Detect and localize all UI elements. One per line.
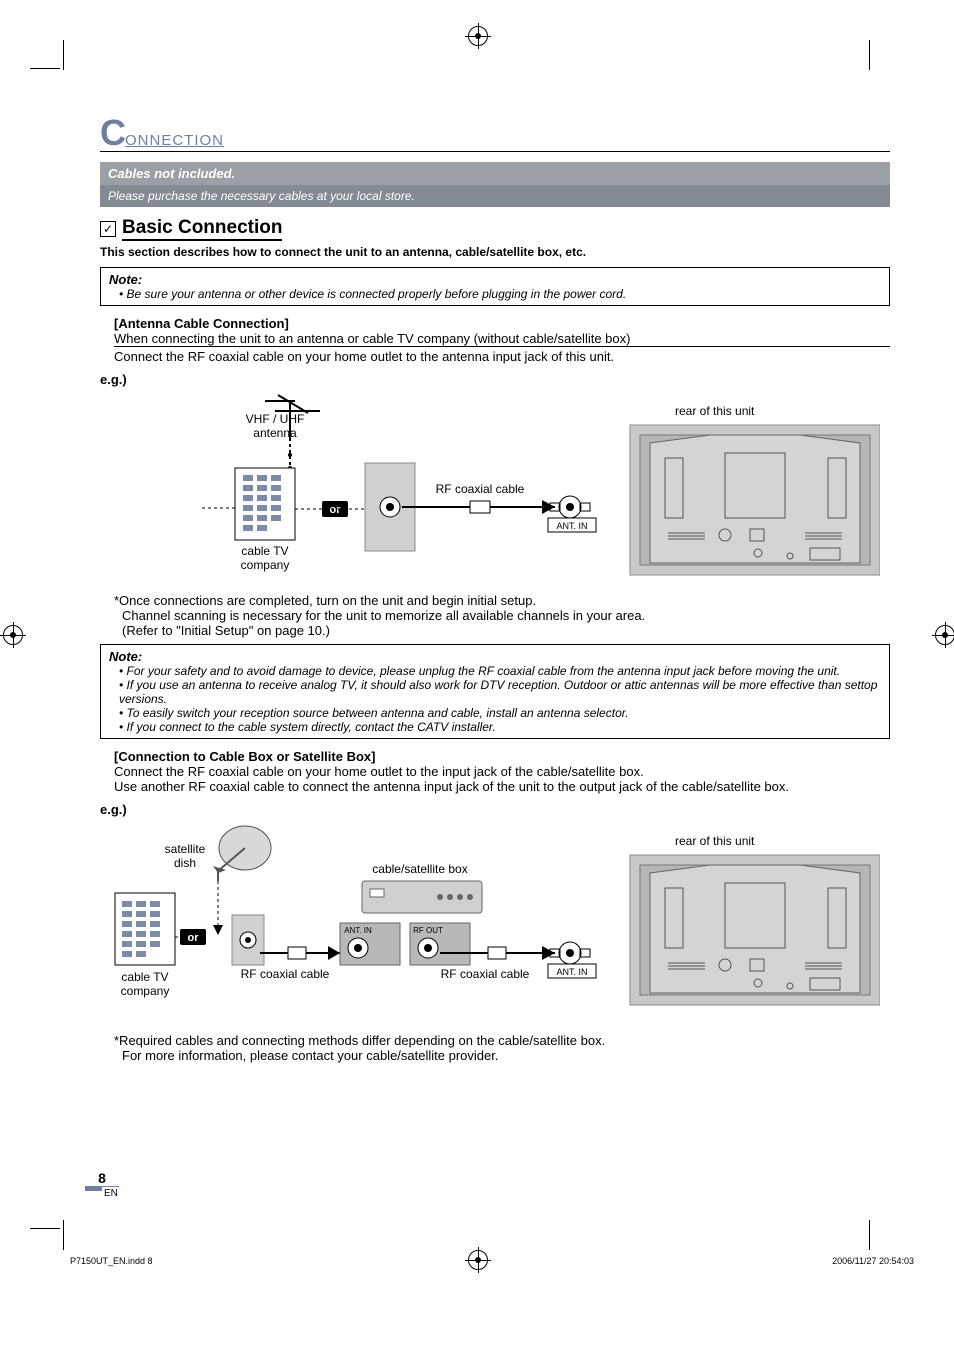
- body-text: *Once connections are completed, turn on…: [114, 593, 890, 608]
- page-title: C ONNECTION: [100, 120, 890, 152]
- section-title: Basic Connection: [122, 217, 282, 241]
- body-text: For more information, please contact you…: [122, 1048, 890, 1063]
- svg-text:ANT. IN: ANT. IN: [556, 521, 587, 531]
- crop-mark: [30, 1228, 60, 1229]
- svg-text:rear of this unit: rear of this unit: [675, 404, 755, 418]
- page-number: 8: [85, 1170, 119, 1187]
- note-line: • To easily switch your reception source…: [119, 706, 881, 720]
- title-letter: C: [100, 120, 127, 145]
- footer-file: P7150UT_EN.indd 8: [70, 1256, 153, 1266]
- banner-line1: Cables not included.: [100, 162, 890, 185]
- note-line: • If you use an antenna to receive analo…: [119, 678, 881, 706]
- registration-mark-icon: [468, 26, 488, 46]
- registration-mark-icon: [3, 625, 23, 645]
- svg-text:cable TV: cable TV: [121, 970, 168, 984]
- language-label: EN: [104, 1188, 118, 1199]
- body-text: *Required cables and connecting methods …: [114, 1033, 890, 1048]
- eg-label: e.g.): [100, 372, 890, 387]
- cablebox-heading: [Connection to Cable Box or Satellite Bo…: [114, 749, 890, 764]
- svg-text:satellite: satellite: [165, 842, 206, 856]
- note-box-2: Note: • For your safety and to avoid dam…: [100, 644, 890, 739]
- eg-label: e.g.): [100, 802, 890, 817]
- svg-text:company: company: [241, 558, 290, 572]
- crop-mark: [63, 1220, 64, 1250]
- body-text: When connecting the unit to an antenna o…: [114, 331, 890, 346]
- diagram-antenna: VHF / UHF antenna: [100, 393, 890, 583]
- note-title: Note:: [109, 272, 881, 287]
- crop-mark: [869, 1220, 870, 1250]
- note-line: • If you connect to the cable system dir…: [119, 720, 881, 734]
- svg-text:company: company: [121, 984, 170, 998]
- registration-mark-icon: [935, 625, 954, 645]
- antenna-heading: [Antenna Cable Connection]: [114, 316, 890, 331]
- title-rest: ONNECTION: [125, 132, 224, 149]
- svg-text:RF coaxial cable: RF coaxial cable: [241, 967, 330, 981]
- body-text: Connect the RF coaxial cable on your hom…: [114, 764, 890, 779]
- check-icon: ✓: [100, 221, 116, 237]
- note-line: • For your safety and to avoid damage to…: [119, 664, 881, 678]
- svg-text:rear of this unit: rear of this unit: [675, 834, 755, 848]
- footer-date: 2006/11/27 20:54:03: [832, 1256, 914, 1266]
- svg-text:ANT. IN: ANT. IN: [344, 926, 372, 935]
- svg-text:ANT. IN: ANT. IN: [556, 967, 587, 977]
- svg-text:RF coaxial cable: RF coaxial cable: [441, 967, 530, 981]
- body-text: (Refer to "Initial Setup" on page 10.): [122, 623, 890, 638]
- svg-text:RF OUT: RF OUT: [413, 926, 443, 935]
- note-line: • Be sure your antenna or other device i…: [119, 287, 881, 301]
- svg-text:RF coaxial cable: RF coaxial cable: [436, 482, 525, 496]
- body-text: Use another RF coaxial cable to connect …: [114, 779, 890, 794]
- crop-mark: [63, 40, 64, 70]
- note-title: Note:: [109, 649, 881, 664]
- crop-mark: [869, 40, 870, 70]
- banner-line2: Please purchase the necessary cables at …: [100, 185, 890, 207]
- svg-text:cable/satellite box: cable/satellite box: [372, 862, 467, 876]
- registration-mark-icon: [468, 1250, 488, 1270]
- note-box-1: Note: • Be sure your antenna or other de…: [100, 267, 890, 306]
- section-desc: This section describes how to connect th…: [100, 245, 890, 259]
- svg-text:or: or: [188, 932, 200, 944]
- svg-text:cable TV: cable TV: [241, 544, 288, 558]
- body-text: Channel scanning is necessary for the un…: [122, 608, 890, 623]
- svg-text:dish: dish: [174, 856, 196, 870]
- vhf-label: VHF / UHF: [246, 412, 305, 426]
- body-text: Connect the RF coaxial cable on your hom…: [114, 346, 890, 364]
- crop-mark: [30, 68, 60, 69]
- svg-text:or: or: [330, 504, 342, 516]
- diagram-cablebox: cable TV company satellite dish or: [100, 823, 890, 1023]
